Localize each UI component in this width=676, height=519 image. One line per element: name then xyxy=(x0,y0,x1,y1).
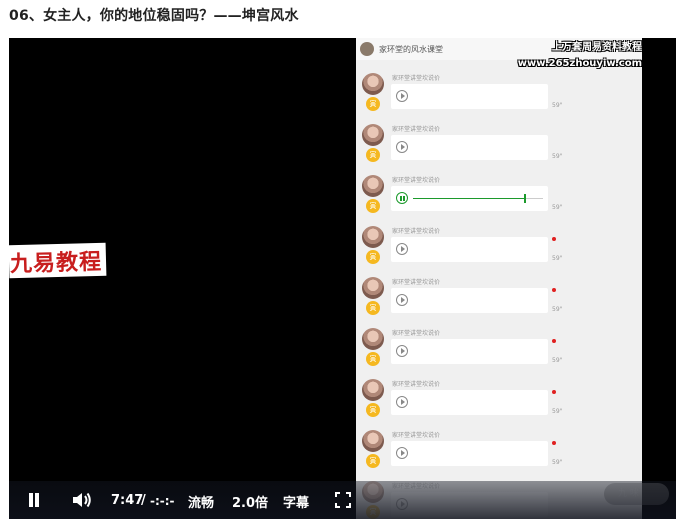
sender-name: 家环堂讲堂坎说价 xyxy=(392,228,441,235)
sender-name: 家环堂讲堂坎说价 xyxy=(392,177,441,184)
red-watermark: 九易教程 xyxy=(9,242,107,279)
voice-bubble[interactable] xyxy=(391,186,548,211)
time-current: 7:47 xyxy=(111,493,144,508)
voice-message: 寅 家环堂讲堂坎说价 59" xyxy=(356,325,642,376)
chat-header-title: 家环堂的风水课堂 xyxy=(379,44,443,54)
pause-icon[interactable] xyxy=(26,492,42,508)
voice-duration: 59" xyxy=(552,255,563,262)
voice-message: 寅 家环堂讲堂坎说价 59" xyxy=(356,427,642,478)
voice-bubble[interactable] xyxy=(391,390,548,415)
quality-button[interactable]: 流畅 xyxy=(188,492,214,511)
voice-message: 寅 家环堂讲堂坎说价 59" xyxy=(356,223,642,274)
sender-badge: 寅 xyxy=(366,199,380,213)
voice-play-icon[interactable] xyxy=(396,345,408,357)
watermark-line-1: 上万套周易资料教程 xyxy=(552,42,642,53)
fullscreen-icon[interactable] xyxy=(335,492,351,508)
voice-bubble[interactable] xyxy=(391,441,548,466)
voice-progress-fill xyxy=(413,198,524,199)
message-list: 寅家环堂讲堂坎说价 59" 寅家环堂讲堂坎说价 59" 寅家环堂讲堂坎说价 59" 寅家环堂… xyxy=(356,70,642,519)
voice-play-icon[interactable] xyxy=(396,396,408,408)
sender-avatar[interactable] xyxy=(362,277,384,299)
sender-avatar[interactable] xyxy=(362,175,384,197)
player-controls: 7:47 / -:-:- 流畅 2.0倍 字幕 xyxy=(9,481,676,519)
unread-dot xyxy=(552,237,556,241)
voice-bubble[interactable] xyxy=(391,237,548,262)
sender-avatar[interactable] xyxy=(362,226,384,248)
voice-duration: 59" xyxy=(552,204,563,211)
voice-duration: 59" xyxy=(552,153,563,160)
sender-name: 家环堂讲堂坎说价 xyxy=(392,75,441,82)
time-separator: / xyxy=(141,493,146,508)
page-title: 06、女主人，你的地位稳固吗？——坤宫风水 xyxy=(9,8,299,24)
sender-avatar[interactable] xyxy=(362,73,384,95)
sender-name: 家环堂讲堂坎说价 xyxy=(392,126,441,133)
voice-progress-thumb[interactable] xyxy=(524,194,526,203)
sender-badge: 寅 xyxy=(366,97,380,111)
voice-play-icon[interactable] xyxy=(396,447,408,459)
subtitle-button[interactable]: 字幕 xyxy=(283,492,309,511)
voice-bubble[interactable] xyxy=(391,339,548,364)
time-total: -:-:- xyxy=(150,494,175,508)
voice-play-icon[interactable] xyxy=(396,90,408,102)
site-watermark: 上万套周易资料教程 www.265zhouyiw.com xyxy=(518,40,642,72)
sender-name: 家环堂讲堂坎说价 xyxy=(392,381,441,388)
voice-bubble[interactable] xyxy=(391,135,548,160)
voice-duration: 59" xyxy=(552,459,563,466)
sender-badge: 寅 xyxy=(366,148,380,162)
voice-bubble[interactable] xyxy=(391,288,548,313)
sender-badge: 寅 xyxy=(366,352,380,366)
voice-message: 寅 家环堂讲堂坎说价 59" xyxy=(356,172,642,223)
video-player[interactable]: 九易教程 家环堂的风水课堂 上万套周易资料教程 www.265zhouyiw.c… xyxy=(9,38,676,519)
sender-avatar[interactable] xyxy=(362,328,384,350)
unread-dot xyxy=(552,288,556,292)
sender-badge: 寅 xyxy=(366,301,380,315)
voice-duration: 59" xyxy=(552,102,563,109)
voice-duration: 59" xyxy=(552,357,563,364)
voice-duration: 59" xyxy=(552,306,563,313)
unread-dot xyxy=(552,441,556,445)
sender-avatar[interactable] xyxy=(362,124,384,146)
sender-name: 家环堂讲堂坎说价 xyxy=(392,279,441,286)
volume-icon[interactable] xyxy=(71,491,93,509)
sender-name: 家环堂讲堂坎说价 xyxy=(392,330,441,337)
voice-message: 寅 家环堂讲堂坎说价 59" xyxy=(356,70,642,121)
voice-play-icon[interactable] xyxy=(396,294,408,306)
voice-bubble[interactable] xyxy=(391,84,548,109)
voice-duration: 59" xyxy=(552,408,563,415)
voice-pause-icon[interactable] xyxy=(396,192,408,204)
sender-avatar[interactable] xyxy=(362,379,384,401)
voice-message: 寅 家环堂讲堂坎说价 59" xyxy=(356,121,642,172)
voice-play-icon[interactable] xyxy=(396,141,408,153)
sender-badge: 寅 xyxy=(366,454,380,468)
phone-screen-recording: 家环堂的风水课堂 上万套周易资料教程 www.265zhouyiw.com 寅家… xyxy=(356,38,642,519)
unread-dot xyxy=(552,390,556,394)
sender-badge: 寅 xyxy=(366,250,380,264)
unread-dot xyxy=(552,339,556,343)
sender-avatar[interactable] xyxy=(362,430,384,452)
speed-button[interactable]: 2.0倍 xyxy=(232,492,268,511)
voice-play-icon[interactable] xyxy=(396,243,408,255)
header-avatar xyxy=(360,42,374,56)
sender-name: 家环堂讲堂坎说价 xyxy=(392,432,441,439)
voice-message: 寅 家环堂讲堂坎说价 59" xyxy=(356,274,642,325)
voice-message: 寅 家环堂讲堂坎说价 59" xyxy=(356,376,642,427)
sender-badge: 寅 xyxy=(366,403,380,417)
